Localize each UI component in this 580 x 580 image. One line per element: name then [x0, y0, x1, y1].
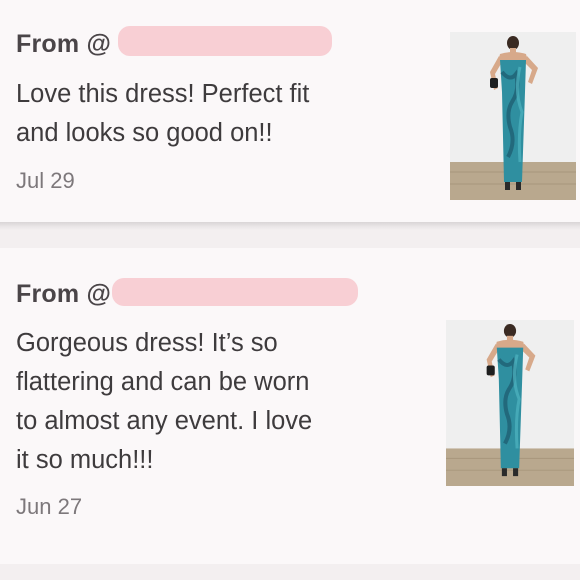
username-redaction — [118, 26, 332, 56]
review-from-label: From @ — [16, 280, 112, 308]
review-card: From @ Love this dress! Perfect fit and … — [0, 0, 580, 222]
username-redaction — [112, 278, 358, 306]
review-date: Jun 27 — [16, 494, 83, 519]
dress-photo-icon — [446, 320, 574, 486]
review-photo[interactable] — [450, 32, 576, 200]
card-divider — [0, 222, 580, 230]
dress-photo-icon — [450, 32, 576, 200]
review-date: Jul 29 — [16, 168, 75, 193]
review-message: Love this dress! Perfect fit and looks s… — [16, 80, 310, 147]
review-message: Gorgeous dress! It’s so flattering and c… — [16, 329, 313, 474]
review-card: From @ Gorgeous dress! It’s so flatterin… — [0, 248, 580, 564]
review-from-label: From @ — [16, 30, 112, 58]
review-photo[interactable] — [446, 320, 574, 486]
